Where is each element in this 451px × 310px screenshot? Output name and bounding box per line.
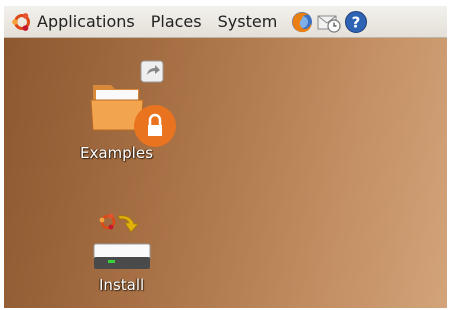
install-drive-icon[interactable] — [90, 208, 156, 274]
desktop: Examples Install — [4, 38, 447, 308]
menu-system[interactable]: System — [218, 12, 278, 31]
ubuntu-logo-icon[interactable] — [11, 11, 33, 33]
email-icon[interactable] — [317, 10, 341, 34]
install-label: Install — [99, 276, 145, 294]
firefox-icon[interactable] — [290, 10, 314, 34]
top-panel: Applications Places System ? — [4, 6, 447, 38]
screen: Applications Places System ? Examples In… — [4, 6, 447, 308]
examples-label: Examples — [80, 144, 153, 162]
menu-places[interactable]: Places — [151, 12, 202, 31]
help-icon[interactable]: ? — [344, 10, 368, 34]
menu-applications[interactable]: Applications — [37, 12, 135, 31]
svg-text:?: ? — [352, 13, 361, 31]
examples-folder-icon[interactable] — [87, 58, 177, 150]
